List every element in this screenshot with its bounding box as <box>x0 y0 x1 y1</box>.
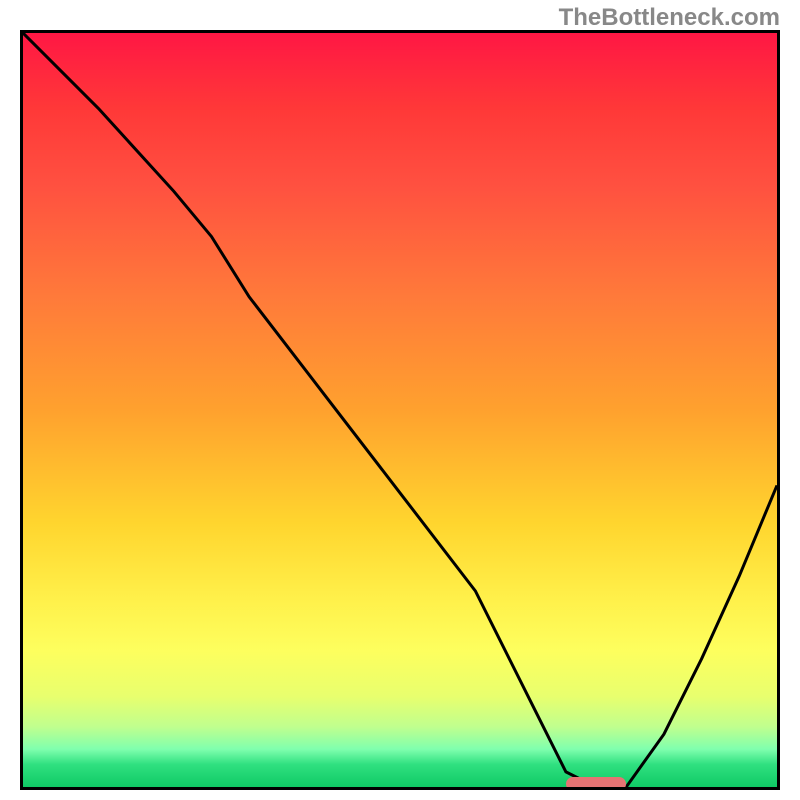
plot-area <box>20 30 780 790</box>
bottleneck-curve <box>23 33 777 787</box>
optimal-range-marker <box>566 777 626 790</box>
watermark-text: TheBottleneck.com <box>559 4 780 32</box>
chart-container: TheBottleneck.com <box>0 0 800 800</box>
